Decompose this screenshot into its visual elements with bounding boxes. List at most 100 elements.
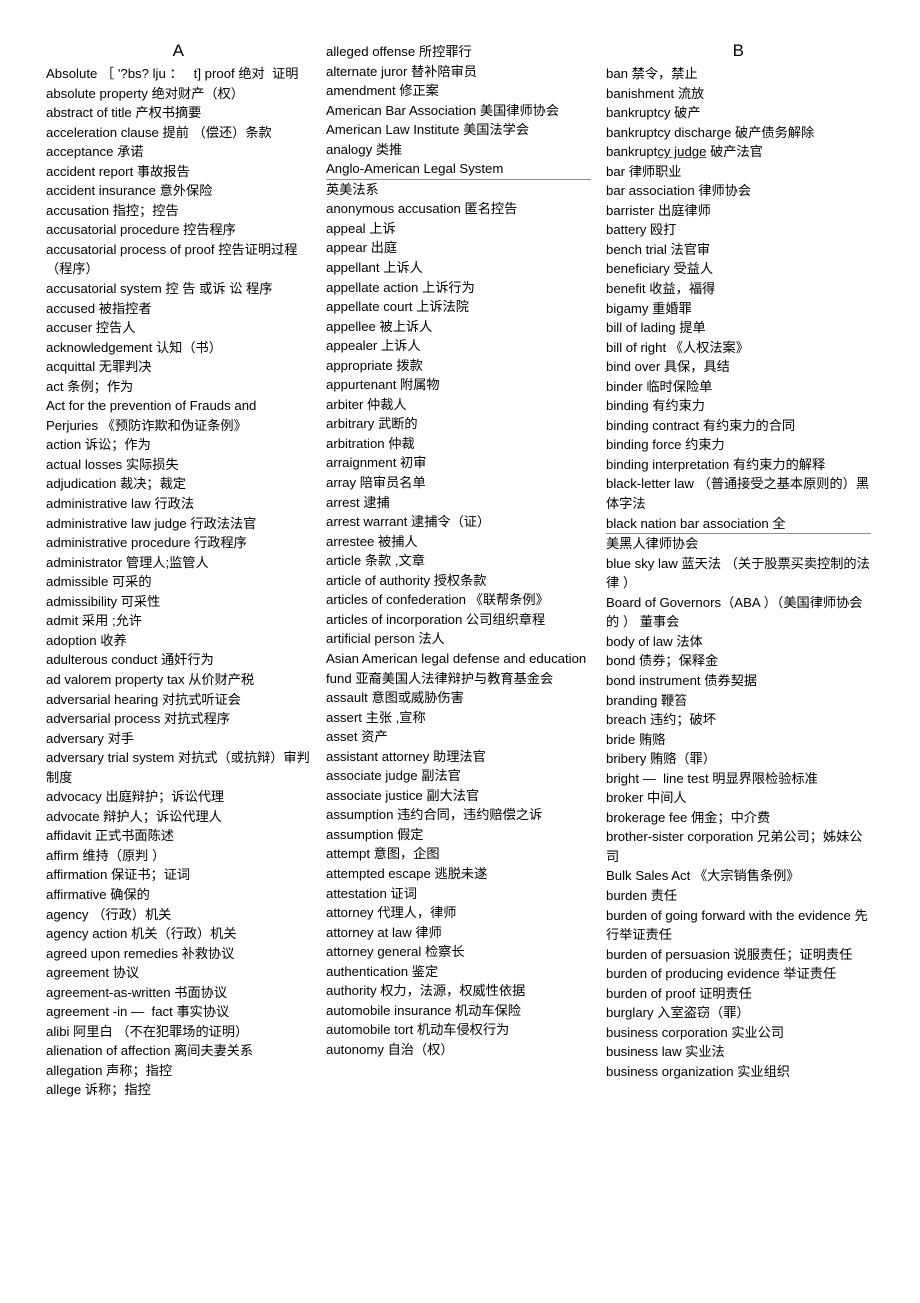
glossary-entry: affirmative 确保的 bbox=[46, 886, 150, 902]
glossary-entry: agency action 机关（行政）机关 bbox=[46, 926, 237, 942]
glossary-entry: appellee 被上诉人 bbox=[326, 318, 433, 334]
glossary-entry: authentication 鉴定 bbox=[326, 963, 439, 979]
glossary-entry: advocate 辩护人；诉讼代理人 bbox=[46, 808, 222, 824]
glossary-entry: absolute property 绝对财产（权） bbox=[46, 85, 244, 101]
glossary-entry: assumption 违约合同，违约赔偿之诉 bbox=[326, 807, 543, 823]
glossary-entry: appear 出庭 bbox=[326, 240, 398, 256]
glossary-entry: Act for the prevention of Frauds and Per… bbox=[46, 398, 261, 433]
glossary-entry: adversary trial system 对抗式（或抗辩）审判制度 bbox=[46, 750, 310, 785]
glossary-entry: body of law 法体 bbox=[606, 633, 703, 649]
glossary-entry: admissibility 可采性 bbox=[46, 593, 161, 609]
glossary-entry: attorney 代理人，律师 bbox=[326, 905, 457, 921]
glossary-columns-container: A Absolute ［ '?bs? lju ： t] proof 绝对 证明 a… bbox=[46, 40, 886, 1260]
glossary-entry: agreement-as-written 书面协议 bbox=[46, 984, 228, 1000]
glossary-entry: article of authority 授权条款 bbox=[326, 572, 487, 588]
glossary-entry: benefit 收益，福得 bbox=[606, 281, 716, 297]
glossary-entry: agreement -in — fact 事实协议 bbox=[46, 1004, 230, 1020]
glossary-entry: appellate court 上诉法院 bbox=[326, 299, 469, 315]
glossary-entry: asset 资产 bbox=[326, 729, 388, 745]
glossary-entry: burden of proof 证明责任 bbox=[606, 985, 752, 1001]
glossary-entry: arbitrary 武断的 bbox=[326, 416, 418, 432]
glossary-entry: business corporation 实业公司 bbox=[606, 1024, 785, 1040]
glossary-entry: amendment 修正案 bbox=[326, 83, 439, 99]
glossary-entry: accident insurance 意外保险 bbox=[46, 183, 213, 199]
glossary-entry: arbitration 仲裁 bbox=[326, 435, 415, 451]
glossary-entry: administrator 管理人;监管人 bbox=[46, 554, 209, 570]
glossary-entry: American Bar Association 美国律师协会 bbox=[326, 102, 560, 118]
glossary-entry: accuser 控告人 bbox=[46, 320, 136, 336]
glossary-entry: alleged offense 所控罪行 bbox=[326, 44, 472, 59]
document-page: A Absolute ［ '?bs? lju ： t] proof 绝对 证明 a… bbox=[0, 0, 920, 1303]
glossary-entry: autonomy 自治（权） bbox=[326, 1041, 454, 1057]
glossary-entry: artificial person 法人 bbox=[326, 631, 445, 647]
glossary-column-b: B ban 禁令，禁止 banishment 流放 bankruptcy 破产 ban… bbox=[606, 40, 871, 1081]
glossary-entry: advocacy 出庭辩护；诉讼代理 bbox=[46, 789, 225, 805]
glossary-entry: arrestee 被捕人 bbox=[326, 533, 418, 549]
glossary-entry: automobile tort 机动车侵权行为 bbox=[326, 1022, 510, 1038]
glossary-entry: allegation 声称；指控 bbox=[46, 1062, 173, 1078]
glossary-entry: business organization 实业组织 bbox=[606, 1063, 790, 1079]
glossary-entry: bigamy 重婚罪 bbox=[606, 300, 692, 316]
glossary-entry: appealer 上诉人 bbox=[326, 338, 421, 354]
glossary-entry: 美黑人律师协会 bbox=[606, 536, 699, 552]
glossary-entry: arrest 逮捕 bbox=[326, 494, 390, 510]
glossary-entry: business law 实业法 bbox=[606, 1044, 725, 1060]
glossary-entry: Asian American legal defense and educati… bbox=[326, 650, 590, 686]
glossary-entry: anonymous accusation 匿名控告 bbox=[326, 201, 518, 217]
glossary-column-a: A Absolute ［ '?bs? lju ： t] proof 绝对 证明 a… bbox=[46, 40, 311, 1100]
glossary-entry: array 陪审员名单 bbox=[326, 475, 426, 491]
glossary-entry: administrative law 行政法 bbox=[46, 496, 195, 512]
glossary-entry: beneficiary 受益人 bbox=[606, 261, 714, 277]
glossary-entry: articles of incorporation 公司组织章程 bbox=[326, 611, 546, 627]
glossary-entry: bar 律师职业 bbox=[606, 163, 682, 179]
glossary-entry: accident report 事故报告 bbox=[46, 163, 190, 179]
glossary-entry: assistant attorney 助理法官 bbox=[326, 748, 486, 764]
glossary-entry: affirmation 保证书；证词 bbox=[46, 867, 191, 883]
glossary-entry: ban 禁令，禁止 bbox=[606, 66, 698, 81]
glossary-entry: breach 违约；破坏 bbox=[606, 712, 716, 728]
glossary-entry: associate justice 副大法官 bbox=[326, 787, 480, 803]
glossary-entry: authority 权力，法源，权威性依据 bbox=[326, 983, 526, 999]
glossary-entry: barrister 出庭律师 bbox=[606, 202, 711, 218]
glossary-entry: Bulk Sales Act 《大宗销售条例》 bbox=[606, 868, 800, 884]
entry-list-b: ban 禁令，禁止 banishment 流放 bankruptcy 破产 bankr… bbox=[606, 64, 871, 1081]
glossary-entry: ad valorem property tax 从价财产税 bbox=[46, 671, 255, 687]
glossary-entry: appropriate 拨款 bbox=[326, 357, 423, 373]
glossary-entry: broker 中间人 bbox=[606, 790, 687, 806]
entry-list-a-continued: alleged offense 所控罪行 alternate juror 替补陪审… bbox=[326, 42, 591, 1059]
glossary-entry: alibi 阿里白 （不在犯罪场的证明） bbox=[46, 1023, 249, 1039]
glossary-entry: acceptance 承诺 bbox=[46, 144, 144, 160]
glossary-entry: arraignment 初审 bbox=[326, 455, 427, 471]
glossary-entry: associate judge 副法官 bbox=[326, 768, 461, 784]
glossary-entry: brokerage fee 佣金；中介费 bbox=[606, 809, 771, 825]
glossary-entry: banishment 流放 bbox=[606, 85, 705, 101]
glossary-entry: bind over 具保，具结 bbox=[606, 359, 730, 375]
glossary-entry: attorney at law 律师 bbox=[326, 924, 442, 940]
glossary-entry: black-letter law （普通接受之基本原则的）黑体字法 bbox=[606, 476, 870, 512]
glossary-entry: affirm 维持（原判 ） bbox=[46, 847, 166, 863]
glossary-entry: action 诉讼；作为 bbox=[46, 437, 151, 453]
column-heading-a: A bbox=[172, 41, 185, 60]
glossary-entry: battery 殴打 bbox=[606, 222, 677, 238]
glossary-entry: arbiter 仲裁人 bbox=[326, 396, 407, 412]
glossary-entry: bench trial 法官审 bbox=[606, 241, 711, 257]
glossary-entry: actual losses 实际损失 bbox=[46, 456, 179, 472]
glossary-entry: branding 鞭笞 bbox=[606, 692, 688, 708]
glossary-entry: bond 债券；保释金 bbox=[606, 653, 719, 669]
glossary-entry: agency （行政）机关 bbox=[46, 906, 172, 922]
glossary-entry: bankruptcy discharge 破产债务解除 bbox=[606, 124, 815, 140]
glossary-entry: adversarial process 对抗式程序 bbox=[46, 711, 230, 727]
glossary-entry: articles of confederation 《联帮条例》 bbox=[326, 592, 549, 608]
glossary-entry: admit 采用 ;允许 bbox=[46, 613, 142, 629]
glossary-entry: bond instrument 债券契据 bbox=[606, 672, 757, 688]
glossary-entry: accused 被指控者 bbox=[46, 300, 152, 316]
glossary-entry: burglary 入室盗窃（罪） bbox=[606, 1005, 750, 1021]
glossary-entry: Anglo-American Legal System bbox=[326, 159, 591, 180]
underlined-fragment: cy judge bbox=[657, 144, 707, 160]
glossary-entry: adversary 对手 bbox=[46, 730, 134, 746]
entry-list-a: Absolute ［ '?bs? lju ： t] proof 绝对 证明 abs… bbox=[46, 64, 311, 1100]
glossary-column-a-continued: alleged offense 所控罪行 alternate juror 替补陪审… bbox=[326, 40, 591, 1059]
glossary-entry: affidavit 正式书面陈述 bbox=[46, 828, 174, 844]
glossary-entry: assumption 假定 bbox=[326, 826, 424, 842]
glossary-entry: bright — line test 明显界限检验标准 bbox=[606, 770, 818, 786]
